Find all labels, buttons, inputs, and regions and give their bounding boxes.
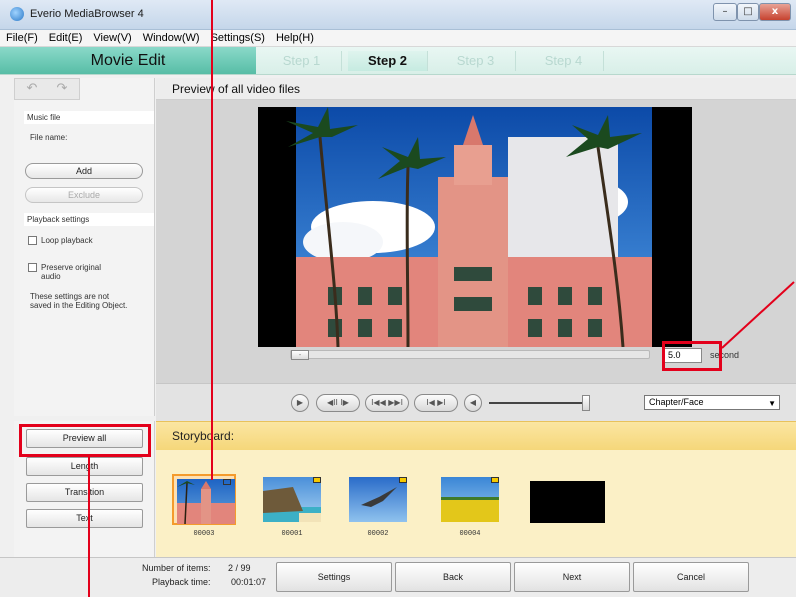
transition-button[interactable]: Transition (26, 483, 143, 502)
callout-line (88, 456, 90, 597)
callout-box-preview-all (19, 424, 151, 457)
storyboard-clip[interactable] (438, 474, 502, 525)
menu-edit[interactable]: Edit(E) (43, 30, 88, 44)
step-4: Step 4 (524, 51, 604, 71)
menu-help[interactable]: Help(H) (270, 30, 319, 44)
undo-redo-bar: ↶ ↷ (14, 78, 80, 100)
menu-window[interactable]: Window(W) (137, 30, 205, 44)
back-button[interactable]: Back (395, 562, 511, 592)
title-bar: Everio MediaBrowser 4 – □ x (0, 0, 796, 30)
text-button[interactable]: Text (26, 509, 143, 528)
app-icon (10, 7, 24, 21)
menu-view[interactable]: View(V) (87, 30, 136, 44)
preserve-audio-checkbox[interactable] (28, 263, 37, 272)
left-settings-panel (14, 78, 155, 416)
storyboard-clip[interactable] (346, 474, 410, 525)
items-value: 2 / 99 (228, 563, 251, 573)
music-file-section: Music file (24, 111, 154, 124)
frame-step-icon[interactable]: ◀II I▶ (316, 394, 360, 412)
position-slider-knob[interactable]: - (291, 350, 309, 360)
window-title: Everio MediaBrowser 4 (30, 8, 144, 20)
flag-icon (491, 477, 499, 483)
preview-header: Preview of all video files (156, 78, 796, 100)
clip-thumbnail (349, 477, 407, 522)
cancel-button[interactable]: Cancel (633, 562, 749, 592)
callout-line (721, 281, 795, 349)
position-slider[interactable]: - (290, 350, 650, 360)
flag-icon (399, 477, 407, 483)
playback-controls: ▶ ◀II I▶ I◀◀ ▶▶I I◀ ▶I ◀ Chapter/Face ▼ (156, 383, 796, 421)
play-icon[interactable]: ▶ (291, 394, 309, 412)
chevron-down-icon: ▼ (768, 399, 776, 408)
file-name-label: File name: (30, 133, 68, 142)
clip-number: 00001 (281, 530, 303, 538)
exclude-music-button[interactable]: Exclude (25, 187, 143, 203)
undo-icon[interactable]: ↶ (19, 81, 45, 97)
minimize-button[interactable]: – (713, 3, 737, 21)
chapter-face-value: Chapter/Face (649, 397, 704, 407)
length-button[interactable]: Length (26, 457, 143, 476)
volume-slider[interactable] (489, 402, 587, 404)
storyboard-area: 00003 00001 00002 00004 (156, 450, 796, 557)
menu-file[interactable]: File(F) (0, 30, 43, 44)
jump-icon[interactable]: I◀ ▶I (414, 394, 458, 412)
settings-note: These settings are not saved in the Edit… (30, 292, 128, 310)
menu-bar: File(F) Edit(E) View(V) Window(W) Settings(S… (0, 30, 796, 47)
add-music-button[interactable]: Add (25, 163, 143, 179)
redo-icon[interactable]: ↷ (49, 81, 75, 97)
empty-storyboard-slot[interactable] (530, 481, 605, 523)
flag-icon (313, 477, 321, 483)
clip-thumbnail (263, 477, 321, 522)
storyboard-clip[interactable] (260, 474, 324, 525)
everio-mediabrowser-window: Everio MediaBrowser 4 – □ x File(F) Edit(… (0, 0, 796, 597)
preserve-audio-label: Preserve original audio (41, 263, 102, 281)
storyboard-header: Storyboard: (156, 421, 796, 450)
menu-settings[interactable]: Settings(S) (205, 30, 270, 44)
clip-thumbnail (177, 479, 235, 524)
flowerfield-thumbnail (441, 497, 499, 522)
callout-line (211, 0, 213, 480)
storyboard-clip[interactable] (172, 474, 236, 525)
volume-slider-knob[interactable] (582, 395, 590, 411)
playback-time-label: Playback time: (152, 577, 211, 587)
callout-box-seconds (662, 341, 722, 371)
items-label: Number of items: (142, 563, 211, 573)
clip-number: 00004 (459, 530, 481, 538)
hotel-photo (286, 107, 652, 347)
volume-icon[interactable]: ◀ (464, 394, 482, 412)
next-button[interactable]: Next (514, 562, 630, 592)
step-2: Step 2 (348, 51, 428, 71)
loop-playback-label: Loop playback (41, 236, 93, 245)
clip-number: 00003 (193, 530, 215, 538)
clip-number: 00002 (367, 530, 389, 538)
flag-icon (223, 479, 231, 485)
skip-icon[interactable]: I◀◀ ▶▶I (365, 394, 409, 412)
step-bar: Movie Edit Step 1 Step 2 Step 3 Step 4 (0, 47, 796, 75)
settings-button[interactable]: Settings (276, 562, 392, 592)
playback-settings-section: Playback settings (24, 213, 154, 226)
bird-thumbnail (361, 487, 397, 507)
step-3: Step 3 (436, 51, 516, 71)
loop-playback-checkbox[interactable] (28, 236, 37, 245)
beach-thumbnail (263, 487, 321, 522)
close-button[interactable]: x (759, 3, 791, 21)
mode-title: Movie Edit (0, 47, 256, 74)
playback-time-value: 00:01:07 (231, 577, 267, 587)
video-preview (258, 107, 692, 347)
chapter-face-select[interactable]: Chapter/Face ▼ (644, 395, 780, 410)
hotel-thumbnail (177, 481, 235, 524)
maximize-button[interactable]: □ (737, 3, 759, 21)
step-1: Step 1 (262, 51, 342, 71)
clip-thumbnail (441, 477, 499, 522)
bottom-bar: Number of items: 2 / 99 Playback time: 0… (0, 557, 796, 597)
